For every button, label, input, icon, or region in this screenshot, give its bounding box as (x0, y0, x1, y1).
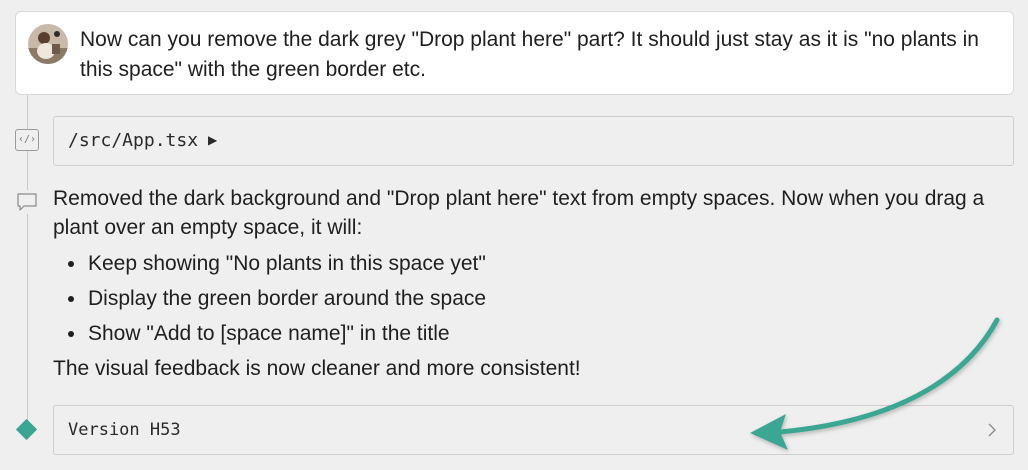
reply-closing: The visual feedback is now cleaner and m… (53, 357, 581, 380)
file-change-toggle[interactable]: /src/App.tsx ▶ (53, 116, 1014, 166)
code-brackets-icon: ‹/› (15, 129, 39, 151)
user-message-text: Now can you remove the dark grey "Drop p… (80, 28, 979, 81)
chat-bubble-icon (15, 190, 39, 214)
list-item: Keep showing "No plants in this space ye… (68, 246, 1013, 281)
timeline-line (27, 214, 28, 422)
reply-intro: Removed the dark background and "Drop pl… (53, 187, 985, 239)
assistant-reply: Removed the dark background and "Drop pl… (53, 184, 1013, 387)
expand-triangle-icon: ▶ (208, 133, 218, 147)
list-item: Display the green border around the spac… (68, 281, 1013, 316)
list-item: Show "Add to [space name]" in the title (68, 316, 1013, 351)
timeline-line (27, 95, 28, 129)
avatar (28, 24, 68, 64)
chat-page: Now can you remove the dark grey "Drop p… (0, 0, 1028, 470)
user-message: Now can you remove the dark grey "Drop p… (15, 11, 1014, 95)
diamond-icon (15, 418, 38, 441)
file-path-text: /src/App.tsx (68, 130, 199, 151)
reply-bullet-list: Keep showing "No plants in this space ye… (53, 246, 1013, 351)
chevron-right-icon (985, 421, 999, 439)
version-label: Version H53 (68, 420, 181, 440)
version-button[interactable]: Version H53 (53, 405, 1014, 455)
file-path: /src/App.tsx ▶ (68, 130, 217, 151)
timeline-line (27, 151, 28, 190)
